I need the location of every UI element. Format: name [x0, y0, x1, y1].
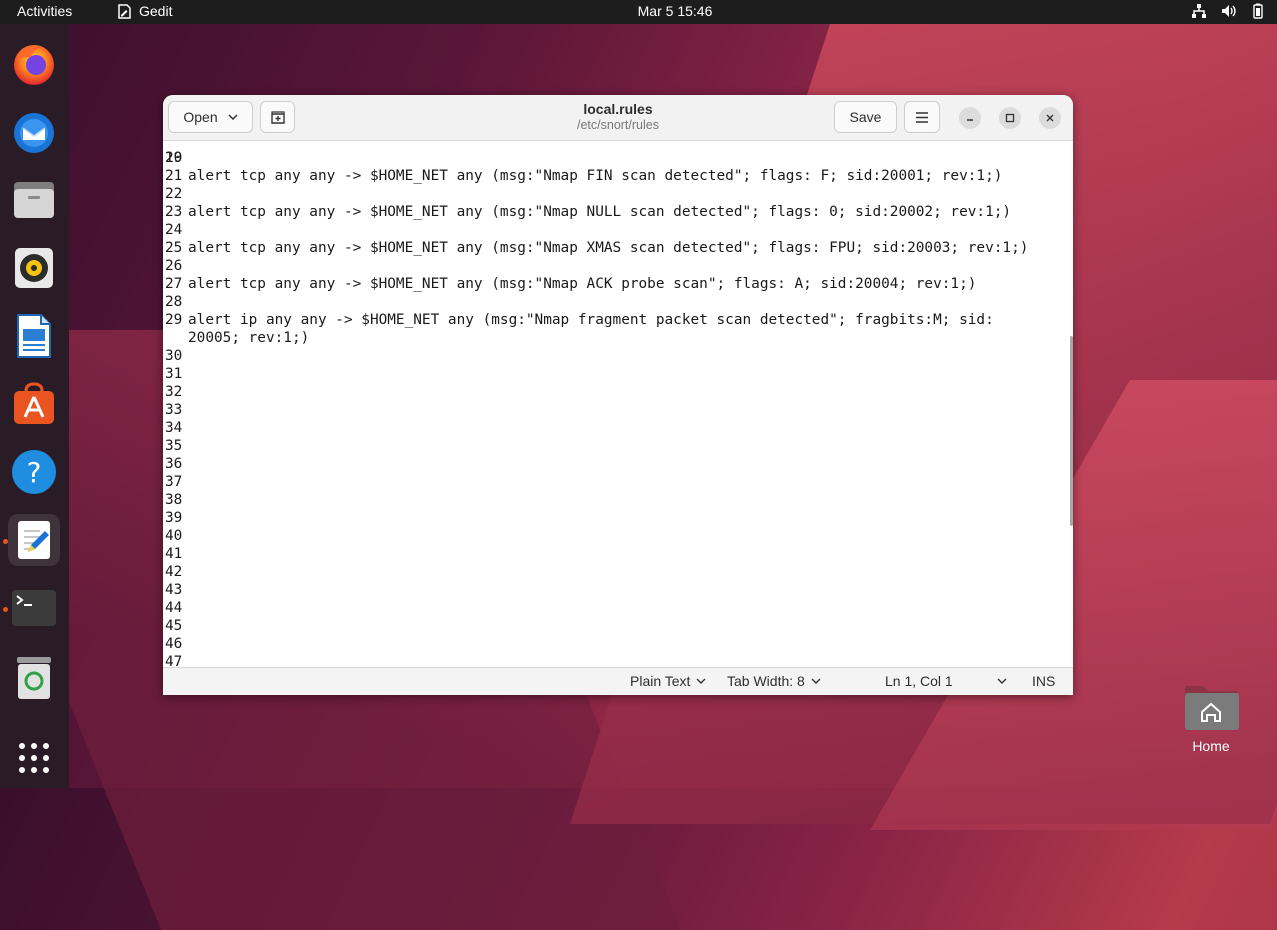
- header-bar: Open local.rules /etc/snort/rules Save: [163, 95, 1073, 141]
- line-number: 24: [165, 222, 183, 238]
- line-text: alert tcp any any -> $HOME_NET any (msg:…: [188, 240, 1029, 256]
- maximize-button[interactable]: [999, 107, 1021, 129]
- line-number: 41: [165, 546, 183, 562]
- text-editor-icon: [18, 521, 50, 559]
- language-label: Plain Text: [630, 673, 691, 689]
- writer-launcher[interactable]: [8, 310, 60, 362]
- show-apps-icon: [19, 743, 49, 773]
- line-number: 30: [165, 348, 183, 364]
- line-number: 44: [165, 600, 183, 616]
- main-menu-button[interactable]: [904, 101, 940, 133]
- line-text: alert tcp any any -> $HOME_NET any (msg:…: [188, 168, 1003, 184]
- running-indicator: [3, 539, 8, 544]
- clock[interactable]: Mar 5 15:46: [0, 3, 1277, 19]
- vertical-scrollbar[interactable]: [1070, 336, 1073, 526]
- line-text: alert ip any any -> $HOME_NET any (msg:"…: [188, 312, 994, 328]
- desktop-home-folder[interactable]: Home: [1175, 680, 1247, 754]
- line-number: 26: [165, 258, 183, 274]
- insert-mode[interactable]: INS: [1032, 673, 1055, 689]
- trash-icon: [17, 657, 51, 699]
- line-text: 20005; rev:1;): [188, 330, 310, 346]
- chevron-down-icon: [997, 678, 1007, 684]
- cursor-position[interactable]: Ln 1, Col 1: [885, 673, 1007, 689]
- line-number: 35: [165, 438, 183, 454]
- line-number: 46: [165, 636, 183, 652]
- line-number: 38: [165, 492, 183, 508]
- line-number: 37: [165, 474, 183, 490]
- rhythmbox-icon: [15, 248, 53, 288]
- firefox-icon: [14, 45, 54, 85]
- tab-width-label: Tab Width: 8: [727, 673, 805, 689]
- language-selector[interactable]: Plain Text: [630, 673, 706, 689]
- partial-line: 19: [163, 141, 215, 166]
- app-center-launcher[interactable]: [8, 378, 60, 430]
- show-apps-button[interactable]: [8, 732, 60, 784]
- running-indicator: [3, 607, 8, 612]
- line-number: 20: [165, 150, 183, 166]
- line-text: alert tcp any any -> $HOME_NET any (msg:…: [188, 204, 1012, 220]
- files-launcher[interactable]: [8, 174, 60, 226]
- text-editor-area[interactable]: 19 20 21 alert tcp any any -> $HOME_NET an…: [163, 141, 1073, 666]
- tab-width-selector[interactable]: Tab Width: 8: [727, 673, 821, 689]
- line-text: alert tcp any any -> $HOME_NET any (msg:…: [188, 276, 977, 292]
- save-button[interactable]: Save: [834, 101, 897, 133]
- close-button[interactable]: [1039, 107, 1061, 129]
- volume-icon: [1222, 5, 1236, 17]
- trash-launcher[interactable]: [8, 652, 60, 704]
- terminal-icon: [12, 590, 56, 626]
- rhythmbox-launcher[interactable]: [8, 242, 60, 294]
- files-icon: [14, 182, 54, 218]
- line-number: 25: [165, 240, 183, 256]
- line-number: 42: [165, 564, 183, 580]
- help-icon: ?: [12, 450, 56, 494]
- home-label: Home: [1192, 738, 1230, 754]
- maximize-icon: [1005, 113, 1015, 123]
- line-number: 45: [165, 618, 183, 634]
- line-number: 47: [165, 654, 183, 666]
- libreoffice-writer-icon: [17, 314, 51, 358]
- line-number: 21: [165, 168, 183, 184]
- cursor-position-label: Ln 1, Col 1: [885, 673, 953, 689]
- hamburger-menu-icon: [916, 111, 928, 123]
- line-number: 32: [165, 384, 183, 400]
- line-number: 40: [165, 528, 183, 544]
- minimize-button[interactable]: [959, 107, 981, 129]
- app-center-icon: [14, 382, 54, 424]
- thunderbird-launcher[interactable]: [8, 106, 60, 158]
- line-number: 23: [165, 204, 183, 220]
- minimize-icon: [967, 119, 973, 121]
- firefox-launcher[interactable]: [8, 38, 60, 90]
- close-icon: [1046, 114, 1054, 122]
- line-number: 36: [165, 456, 183, 472]
- line-number: 39: [165, 510, 183, 526]
- thunderbird-icon: [14, 113, 54, 153]
- line-number: 31: [165, 366, 183, 382]
- line-number: 29: [165, 312, 183, 328]
- system-tray[interactable]: [1191, 3, 1265, 19]
- chevron-down-icon: [811, 678, 821, 684]
- line-number: 43: [165, 582, 183, 598]
- svg-text:?: ?: [27, 456, 42, 489]
- line-number: 22: [165, 186, 183, 202]
- text-editor-launcher[interactable]: [8, 514, 60, 566]
- help-launcher[interactable]: ?: [8, 446, 60, 498]
- top-bar: Activities Gedit Mar 5 15:46: [0, 0, 1277, 24]
- terminal-launcher[interactable]: [8, 582, 60, 634]
- battery-icon: [1253, 3, 1263, 19]
- status-bar: Plain Text Tab Width: 8 Ln 1, Col 1 INS: [163, 667, 1073, 695]
- home-folder-icon: [1183, 680, 1239, 732]
- chevron-down-icon: [696, 678, 706, 684]
- line-number: 27: [165, 276, 183, 292]
- line-number: 33: [165, 402, 183, 418]
- line-number: 28: [165, 294, 183, 310]
- network-icon: [1192, 4, 1206, 18]
- dock: ?: [0, 24, 69, 788]
- line-number: 34: [165, 420, 183, 436]
- gedit-window: Open local.rules /etc/snort/rules Save 1…: [163, 95, 1073, 695]
